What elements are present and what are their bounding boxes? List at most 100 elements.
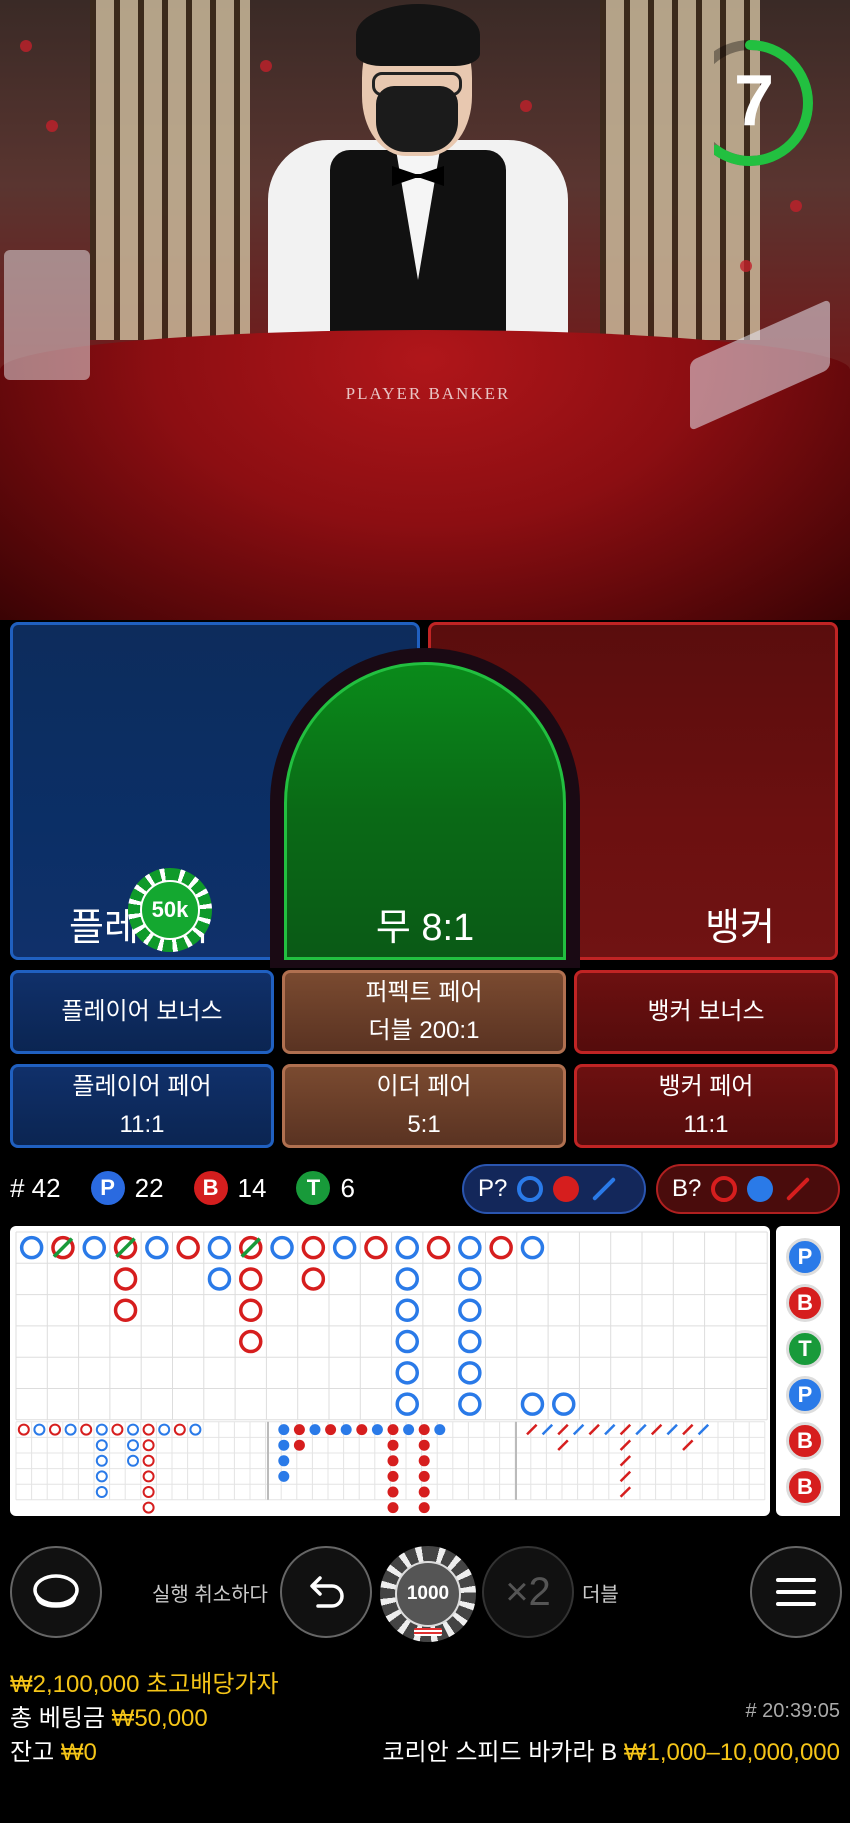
round-number: # 42: [10, 1172, 61, 1203]
big-road-mark: [113, 1298, 138, 1322]
chip-stripes-icon: [414, 1628, 442, 1636]
bead-road-item: T: [786, 1330, 824, 1368]
menu-button[interactable]: [750, 1546, 842, 1638]
big-eye-mark: [142, 1470, 155, 1483]
big-eye-dot-icon: [553, 1176, 580, 1202]
big-road-ring-icon: [711, 1176, 738, 1202]
big-road-mark: [176, 1235, 200, 1260]
chat-button[interactable]: [10, 1546, 102, 1638]
big-eye-mark: [142, 1423, 155, 1436]
round-stats: # 42 P 22 B 14 T 6: [10, 1164, 385, 1212]
player-bonus-label: 플레이어 보너스: [61, 998, 223, 1025]
big-road-mark: [19, 1235, 44, 1260]
big-eye-mark: [95, 1439, 108, 1452]
big-road-mark: [458, 1392, 482, 1416]
player-wins: P 22: [90, 1171, 164, 1205]
bet-spot-player-bonus[interactable]: 플레이어 보너스: [10, 970, 274, 1054]
big-road-mark: [113, 1267, 138, 1291]
hamburger-icon: [776, 1578, 816, 1606]
bet-spot-banker-pair[interactable]: 뱅커 페어 11:1: [574, 1064, 838, 1148]
table-limits: ₩1,000–10,000,000: [623, 1739, 840, 1766]
bead-road-item: B: [786, 1284, 824, 1322]
chip-selector[interactable]: 1000: [380, 1546, 476, 1642]
big-eye-mark: [95, 1454, 108, 1467]
cockroach-mark: [682, 1423, 694, 1436]
big-road-mark: [395, 1298, 419, 1322]
big-road-mark: [270, 1235, 294, 1260]
big-road-mark: [239, 1267, 263, 1291]
cockroach-mark: [682, 1439, 694, 1451]
big-road-mark: [458, 1298, 482, 1322]
big-eye-mark: [127, 1423, 139, 1436]
big-road-mark: [301, 1267, 326, 1291]
bet-spot-player-pair[interactable]: 플레이어 페어 11:1: [10, 1064, 274, 1148]
cockroach-mark: [619, 1423, 632, 1436]
cockroach-mark: [650, 1423, 663, 1436]
table-info: 코리안 스피드 바카라 B ₩1,000–10,000,000: [382, 1732, 840, 1767]
double-button[interactable]: ×2: [482, 1546, 574, 1638]
predict-player-button[interactable]: P?: [462, 1164, 646, 1214]
either-pair-label: 이더 페어: [376, 1073, 472, 1100]
big-road-mark: [458, 1361, 482, 1385]
big-road-mark: [458, 1329, 482, 1354]
bet-spot-perfect-pair[interactable]: 퍼펙트 페어 더블 200:1: [282, 970, 566, 1054]
big-eye-mark: [142, 1486, 155, 1498]
small-road-mark: [278, 1455, 290, 1467]
player-wins-count: 22: [134, 1172, 164, 1203]
bet-spot-either-pair[interactable]: 이더 페어 5:1: [282, 1064, 566, 1148]
predict-banker-button[interactable]: B?: [656, 1164, 840, 1214]
big-eye-mark: [95, 1423, 108, 1436]
big-eye-mark: [80, 1423, 93, 1436]
small-road-mark: [387, 1502, 399, 1514]
small-road-mark: [278, 1470, 290, 1482]
big-road-mark: [239, 1298, 263, 1322]
cockroach-mark: [572, 1423, 585, 1436]
big-road-mark: [395, 1361, 419, 1385]
big-eye-mark: [95, 1486, 108, 1498]
small-road-mark: [340, 1424, 352, 1436]
cockroach-mark: [619, 1470, 632, 1483]
placed-chip[interactable]: 50k: [128, 868, 212, 952]
big-road-mark: [395, 1267, 419, 1291]
total-bet-amount: ₩50,000: [111, 1705, 208, 1732]
big-eye-mark: [173, 1423, 186, 1436]
big-eye-mark: [64, 1423, 77, 1436]
banker-wins-count: 14: [237, 1172, 267, 1203]
scoreboard-roads[interactable]: [10, 1226, 770, 1516]
small-road-mark: [325, 1424, 337, 1436]
double-label: 더블: [582, 1584, 619, 1606]
small-road-mark: [371, 1424, 383, 1436]
undo-button[interactable]: [280, 1546, 372, 1638]
big-road-mark: [520, 1392, 545, 1416]
bet-spot-tie[interactable]: 무 8:1: [284, 662, 566, 960]
table-name: 코리안 스피드 바카라 B: [382, 1739, 618, 1766]
cockroach-mark: [619, 1455, 632, 1467]
small-road-mark: [403, 1424, 415, 1436]
big-road-mark: [239, 1329, 263, 1354]
big-eye-mark: [127, 1439, 139, 1452]
max-payout-label: 초고배당가자: [146, 1671, 279, 1698]
bead-road-item: P: [786, 1238, 824, 1276]
bead-road-strip[interactable]: PBTPBB: [776, 1226, 840, 1516]
bead-road-item: P: [786, 1376, 824, 1414]
bet-spot-banker-bonus[interactable]: 뱅커 보너스: [574, 970, 838, 1054]
small-road-mark: [418, 1486, 430, 1498]
big-eye-mark: [33, 1423, 46, 1436]
big-road-mark: [395, 1392, 419, 1416]
cockroach-mark: [588, 1423, 600, 1436]
game-id: # 20:39:05: [745, 1700, 840, 1722]
small-road-mark: [278, 1424, 290, 1436]
small-road-mark: [387, 1470, 399, 1482]
double-symbol: ×2: [505, 1569, 551, 1614]
tie-label: 무 8:1: [375, 907, 475, 949]
big-eye-mark: [95, 1470, 108, 1483]
big-eye-mark: [142, 1454, 155, 1467]
cockroach-mark: [619, 1439, 632, 1451]
either-pair-odds: 5:1: [407, 1111, 441, 1138]
small-road-mark: [309, 1424, 321, 1436]
small-road-mark: [418, 1470, 430, 1482]
banker-wins: B 14: [193, 1171, 267, 1205]
big-road-mark: [520, 1235, 545, 1260]
big-road-mark: [395, 1329, 419, 1354]
balance: 잔고 ₩0: [10, 1732, 97, 1767]
